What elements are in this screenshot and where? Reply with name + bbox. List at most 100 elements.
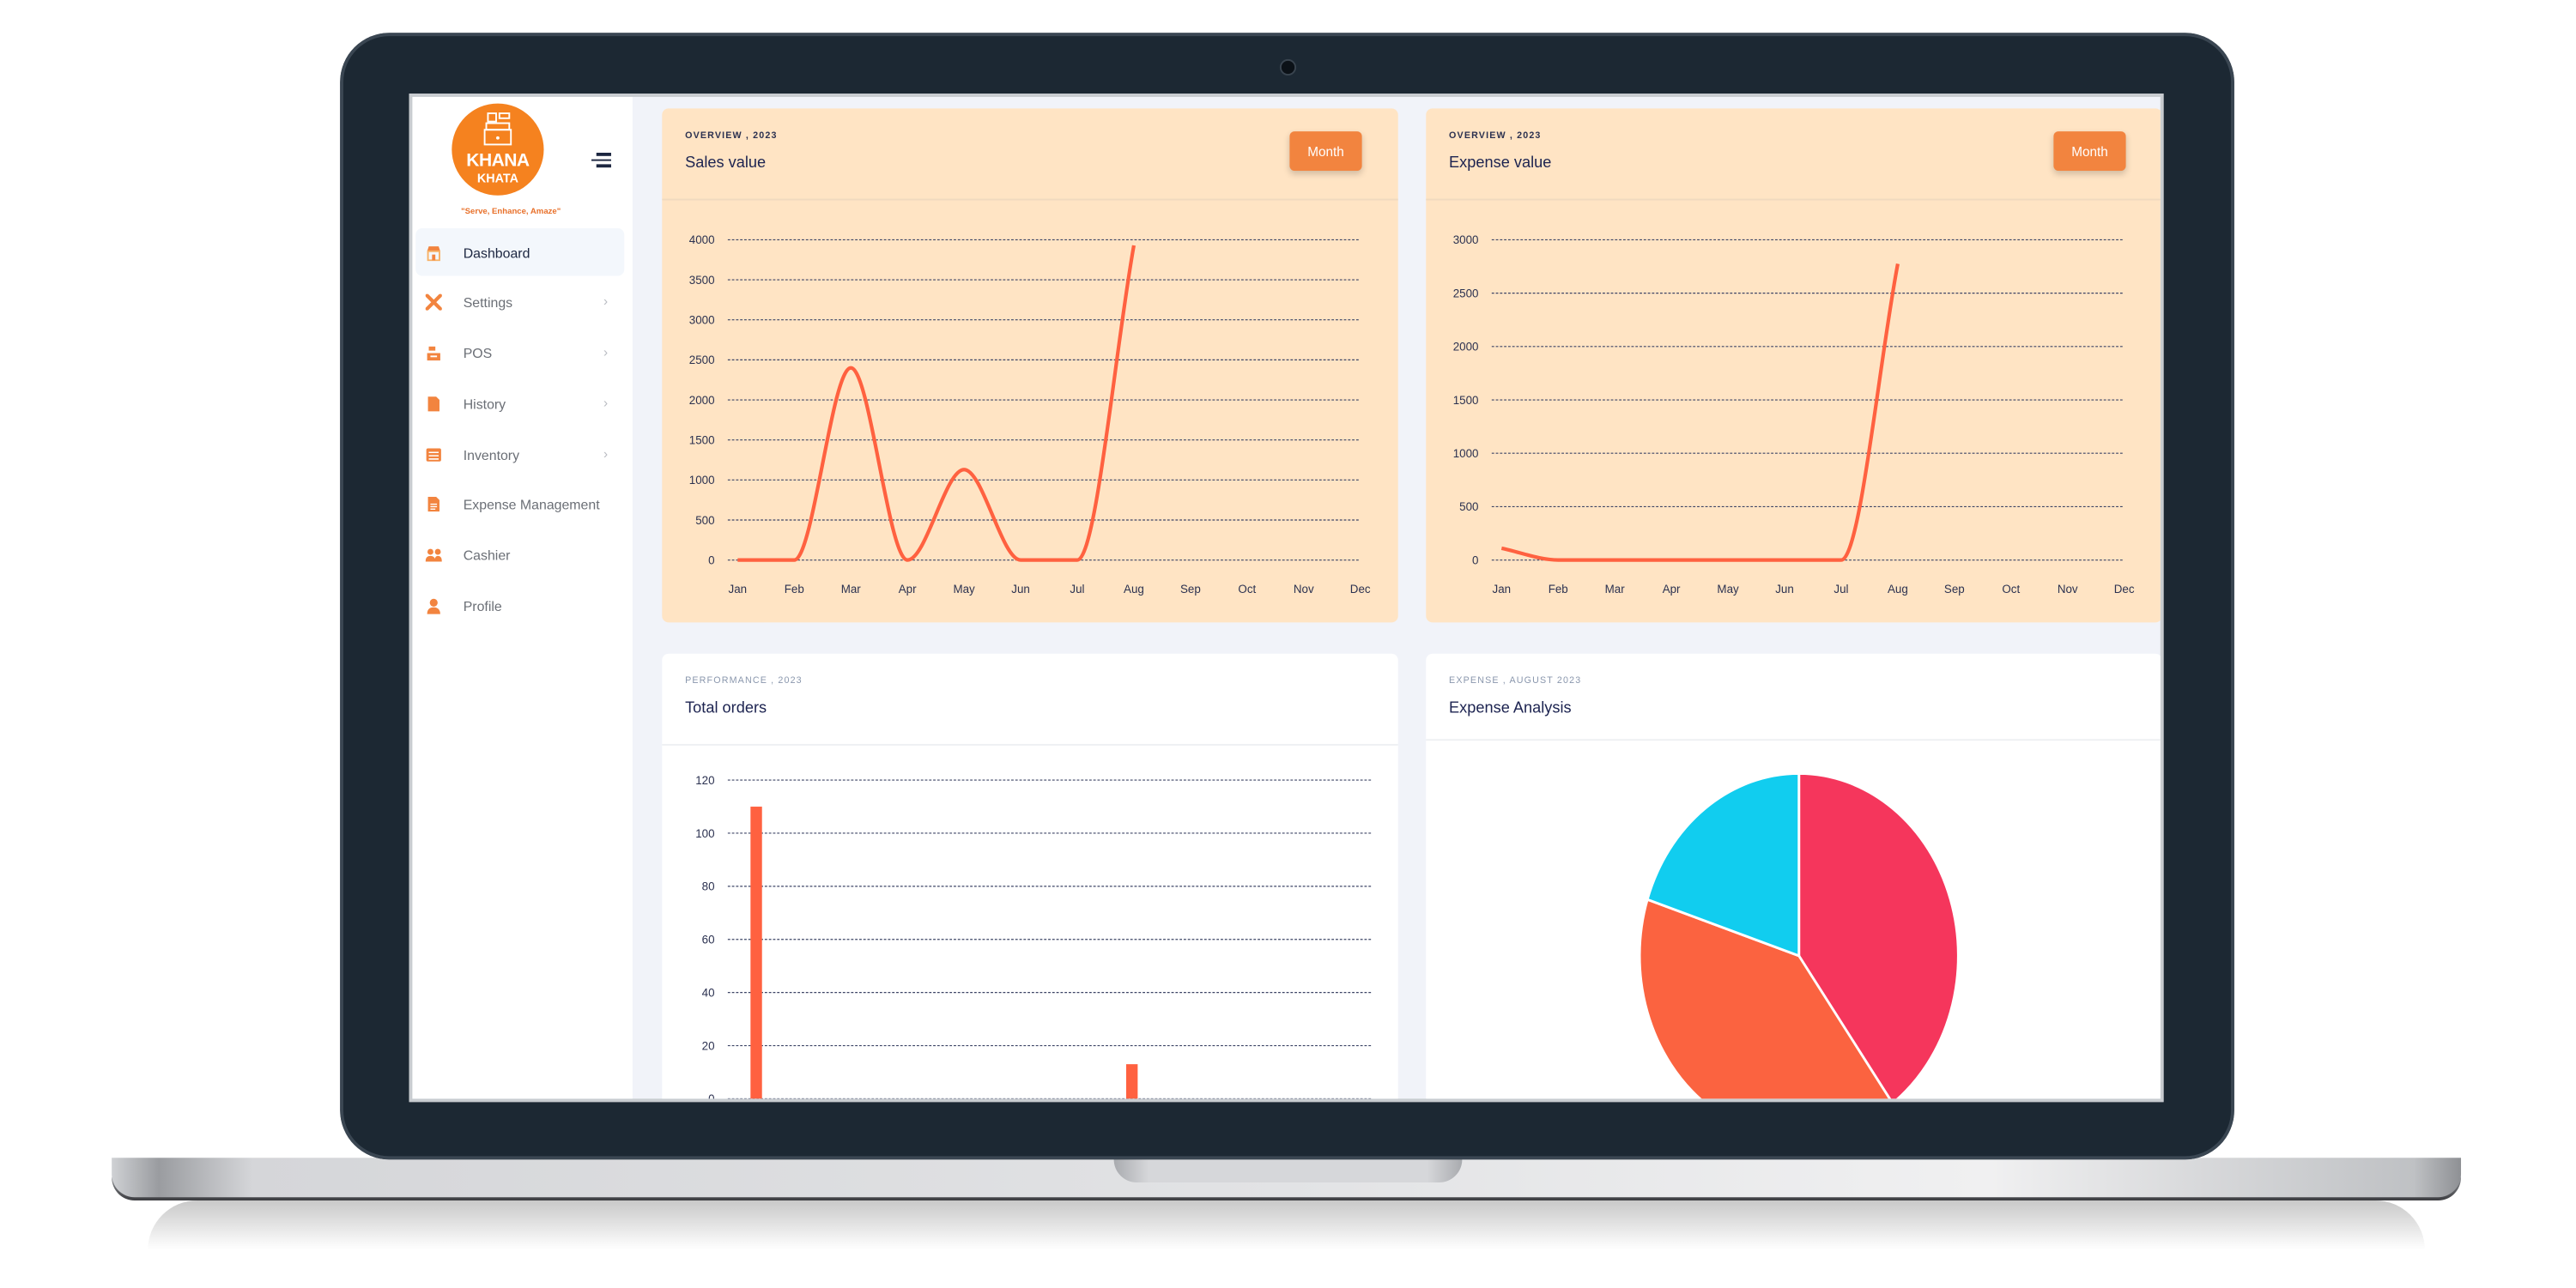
x-tick-label: Aug <box>1124 583 1144 596</box>
x-tick-label: Mar <box>841 583 862 596</box>
chevron-right-icon: › <box>603 294 608 309</box>
month-button[interactable]: Month <box>1289 131 1361 171</box>
sidebar-item-label: POS <box>464 344 603 360</box>
y-tick-label: 60 <box>702 934 715 946</box>
sidebar-item-label: Expense Management <box>464 495 625 511</box>
y-tick-label: 0 <box>708 1092 714 1102</box>
x-tick-label: Apr <box>899 583 917 596</box>
y-tick-label: 500 <box>695 514 714 527</box>
list-icon <box>426 446 442 463</box>
y-tick-label: 20 <box>702 1039 715 1052</box>
x-tick-label: Jul <box>1834 583 1848 596</box>
sales-value-card: OVERVIEW , 2023 Sales value Month 0 500 10… <box>662 108 1397 622</box>
card-overline: OVERVIEW , 2023 <box>685 131 777 141</box>
bar-jan <box>750 807 761 1098</box>
card-overline: OVERVIEW , 2023 <box>1449 131 1541 141</box>
month-button[interactable]: Month <box>2053 131 2125 171</box>
laptop-shadow <box>148 1200 2425 1249</box>
store-icon <box>426 244 442 260</box>
y-tick-label: 1000 <box>689 474 715 487</box>
card-overline: PERFORMANCE , 2023 <box>685 677 803 686</box>
y-tick-label: 1500 <box>1453 394 1479 407</box>
y-tick-label: 40 <box>702 986 715 999</box>
y-tick-label: 2000 <box>689 394 715 407</box>
sidebar-item-label: Profile <box>464 597 625 614</box>
card-title: Total orders <box>685 699 767 717</box>
sidebar-item-expense-management[interactable]: Expense Management <box>415 480 624 528</box>
x-tick-label: Nov <box>2058 583 2078 596</box>
x-tick-label: Jun <box>1011 583 1030 596</box>
x-tick-label: Oct <box>2002 583 2020 596</box>
sidebar-item-profile[interactable]: Profile <box>415 582 624 630</box>
sidebar-item-dashboard[interactable]: Dashboard <box>415 228 624 276</box>
y-tick-label: 120 <box>695 774 714 787</box>
series-line <box>737 245 1134 560</box>
laptop-notch <box>1114 1158 1463 1182</box>
sidebar-item-label: Cashier <box>464 546 625 562</box>
x-tick-label: Nov <box>1294 583 1314 596</box>
x-tick-label: Dec <box>2114 583 2135 596</box>
user-icon <box>426 597 442 614</box>
sidebar-item-cashier[interactable]: Cashier <box>415 530 624 578</box>
expense-value-card: OVERVIEW , 2023 Expense value Month 0500… <box>1426 108 2161 622</box>
x-tick-label: Apr <box>1663 583 1681 596</box>
logo-text: KHANA <box>452 151 543 171</box>
sidebar-item-label: Dashboard <box>464 244 625 260</box>
expense-analysis-card: EXPENSE , AUGUST 2023 Expense Analysis <box>1426 654 2161 1102</box>
orders-bar-chart: 0 20 40 60 80 100 120 <box>662 753 1397 1103</box>
x-tick-label: Sep <box>1180 583 1201 596</box>
x-tick-label: May <box>953 583 975 596</box>
chevron-right-icon: › <box>603 396 608 410</box>
users-icon <box>426 546 442 562</box>
y-tick-label: 500 <box>1459 500 1478 513</box>
card-divider <box>1426 199 2161 201</box>
menu-toggle-icon[interactable] <box>591 153 611 167</box>
x-tick-label: Oct <box>1238 583 1256 596</box>
app-screen: KHANA KHATA "Serve, Enhance, Amaze" Dash… <box>409 94 2164 1102</box>
x-tick-label: Mar <box>1605 583 1626 596</box>
card-title: Expense value <box>1449 154 1551 172</box>
x-tick-label: Sep <box>1944 583 1965 596</box>
card-divider <box>662 199 1397 201</box>
sidebar-item-label: Inventory <box>464 446 603 463</box>
y-tick-label: 100 <box>695 827 714 840</box>
sidebar-item-inventory[interactable]: Inventory › <box>415 430 624 478</box>
sidebar-item-pos[interactable]: POS › <box>415 329 624 377</box>
y-tick-label: 1500 <box>689 433 715 446</box>
expense-pie-chart <box>1426 654 2161 1102</box>
x-tick-label: Jul <box>1070 583 1084 596</box>
x-tick-label: Aug <box>1888 583 1908 596</box>
y-tick-label: 2500 <box>689 354 715 366</box>
logo[interactable]: KHANA KHATA <box>452 104 543 196</box>
webcam <box>1280 59 1296 76</box>
y-tick-label: 2500 <box>1453 287 1479 299</box>
logo-tagline: "Serve, Enhance, Amaze" <box>429 207 593 216</box>
x-tick-label: Feb <box>785 583 804 596</box>
chevron-right-icon: › <box>603 447 608 462</box>
total-orders-card: PERFORMANCE , 2023 Total orders 0 20 40 60 8… <box>662 654 1397 1102</box>
y-tick-label: 3500 <box>689 274 715 287</box>
cash-register-logo-icon <box>480 112 516 148</box>
x-tick-label: Feb <box>1549 583 1568 596</box>
cash-register-icon <box>426 344 442 360</box>
y-tick-label: 1000 <box>1453 447 1479 460</box>
y-tick-label: 4000 <box>689 233 715 246</box>
sales-line-chart: 05001000150020002500300035004000JanFebMa… <box>662 207 1397 617</box>
tools-icon <box>426 293 442 310</box>
expense-line-chart: 050010001500200025003000JanFebMarAprMayJ… <box>1426 207 2161 617</box>
x-tick-label: May <box>1717 583 1739 596</box>
x-tick-label: Dec <box>1350 583 1371 596</box>
sidebar-item-history[interactable]: History › <box>415 379 624 427</box>
x-tick-label: Jan <box>729 583 748 596</box>
logo-subtext: KHATA <box>452 171 543 185</box>
x-tick-label: Jan <box>1493 583 1512 596</box>
card-title: Sales value <box>685 154 766 172</box>
sidebar-item-settings[interactable]: Settings › <box>415 277 624 325</box>
sidebar-item-label: Settings <box>464 293 603 310</box>
y-tick-label: 80 <box>702 880 715 893</box>
document-icon <box>426 495 442 511</box>
y-tick-label: 2000 <box>1453 341 1479 354</box>
y-tick-label: 0 <box>708 553 714 566</box>
series-line <box>1501 263 1898 559</box>
y-tick-label: 3000 <box>1453 233 1479 246</box>
